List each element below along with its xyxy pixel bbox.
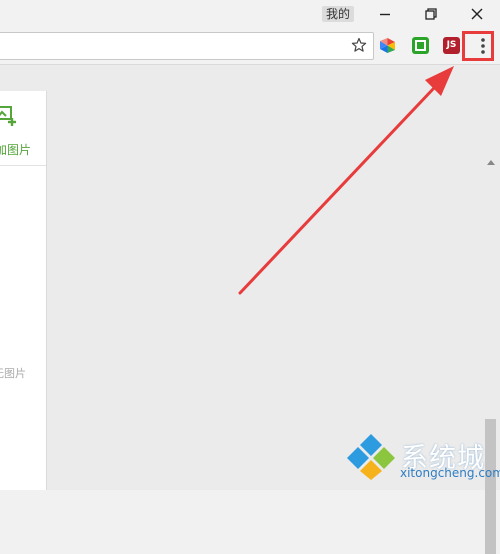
annotation-arrow <box>238 66 454 295</box>
watermark-logo-icon <box>347 434 395 480</box>
watermark-url: xitongcheng.com <box>400 466 500 480</box>
